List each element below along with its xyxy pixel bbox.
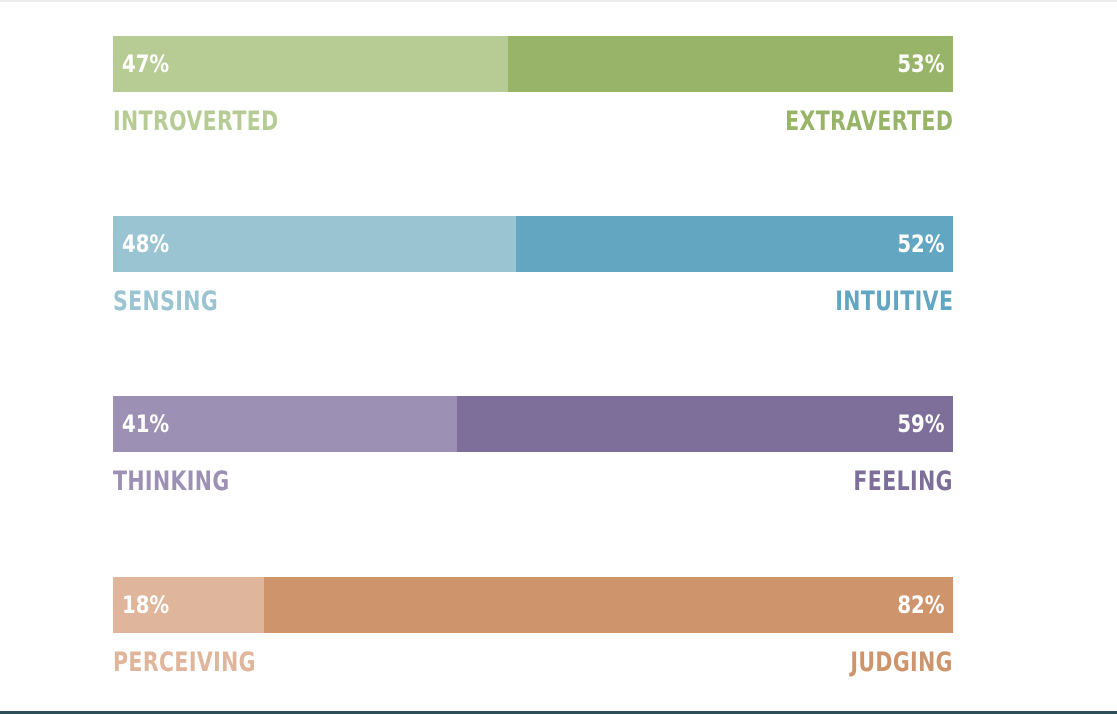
page: 47% 53% INTROVERTED EXTRAVERTED 48% 52% … xyxy=(0,0,1117,714)
percent-label-right-1: 53% xyxy=(896,50,944,78)
stacked-bar-3: 41% 59% xyxy=(113,396,953,452)
stacked-bar-2: 48% 52% xyxy=(113,216,953,272)
percent-label-left-4: 18% xyxy=(122,591,170,619)
personality-type-chart: 47% 53% INTROVERTED EXTRAVERTED 48% 52% … xyxy=(0,0,1117,714)
percent-label-left-2: 48% xyxy=(122,230,170,258)
trait-label-right-4: JUDGING xyxy=(850,647,953,678)
chart-row-2: 48% 52% SENSING INTUITIVE xyxy=(113,216,953,326)
chart-row-1: 47% 53% INTROVERTED EXTRAVERTED xyxy=(113,36,953,146)
trait-label-left-4: PERCEIVING xyxy=(113,647,256,678)
bar-segment-right-3 xyxy=(457,396,953,452)
stacked-bar-1: 47% 53% xyxy=(113,36,953,92)
trait-label-left-1: INTROVERTED xyxy=(113,106,279,137)
percent-label-left-1: 47% xyxy=(122,50,170,78)
percent-label-right-4: 82% xyxy=(896,591,944,619)
bar-segment-left-1 xyxy=(113,36,508,92)
bar-segment-left-2 xyxy=(113,216,516,272)
trait-label-right-3: FEELING xyxy=(853,466,953,497)
trait-label-right-1: EXTRAVERTED xyxy=(784,106,953,137)
percent-label-right-2: 52% xyxy=(896,230,944,258)
bar-segment-right-4 xyxy=(264,577,953,633)
percent-label-right-3: 59% xyxy=(896,410,944,438)
chart-row-4: 18% 82% PERCEIVING JUDGING xyxy=(113,577,953,687)
trait-label-right-2: INTUITIVE xyxy=(834,286,953,317)
chart-row-3: 41% 59% THINKING FEELING xyxy=(113,396,953,506)
trait-label-left-2: SENSING xyxy=(113,286,219,317)
bar-segment-right-2 xyxy=(516,216,953,272)
trait-label-left-3: THINKING xyxy=(113,466,230,497)
stacked-bar-4: 18% 82% xyxy=(113,577,953,633)
bar-segment-right-1 xyxy=(508,36,953,92)
percent-label-left-3: 41% xyxy=(122,410,170,438)
